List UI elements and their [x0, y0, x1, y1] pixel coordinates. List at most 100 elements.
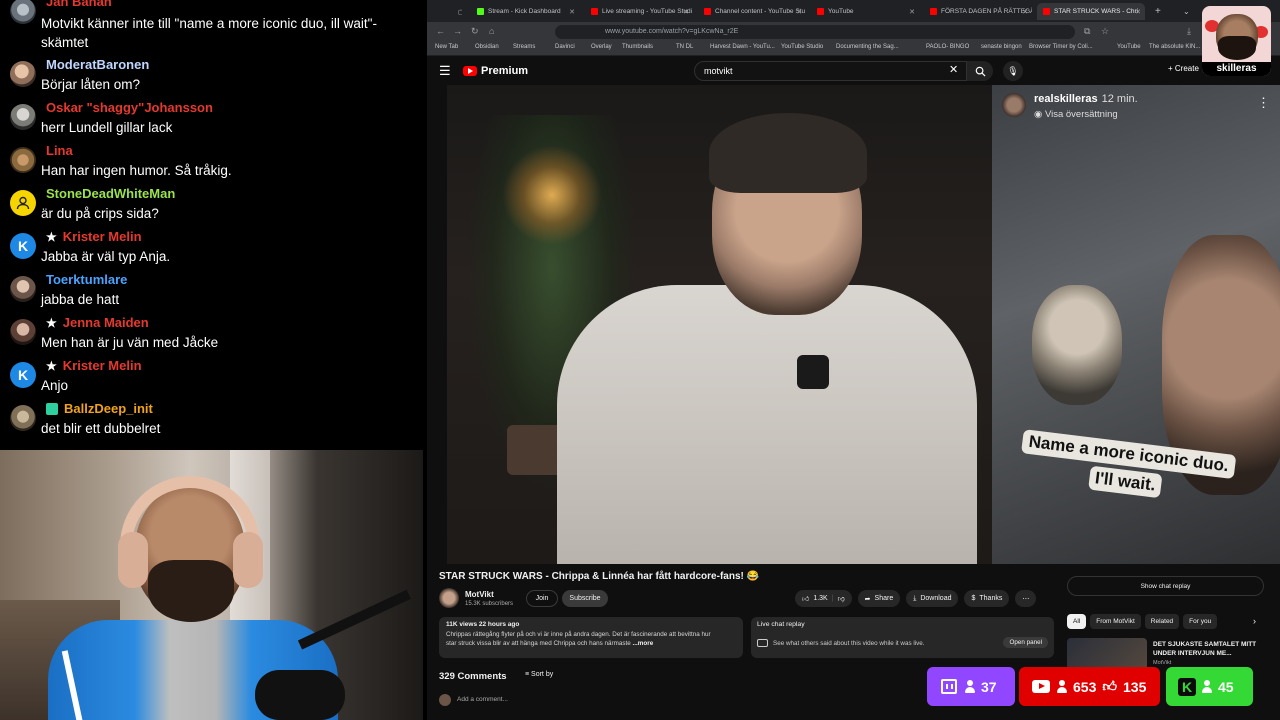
caption-line: I'll wait. [1087, 465, 1163, 499]
voice-search-icon[interactable]: 🎙 [1003, 61, 1023, 81]
bookmark-item[interactable]: New Tab [435, 44, 458, 50]
chat-username[interactable]: ★ Krister Melin [46, 358, 142, 373]
browser-tab[interactable]: Channel content - YouTube Stu ✕ [698, 3, 806, 20]
close-tab-icon[interactable]: ✕ [796, 8, 802, 16]
more-link[interactable]: ...more [633, 640, 654, 647]
add-comment-input[interactable]: Add a comment... [457, 696, 508, 703]
chat-username[interactable]: ★ Jenna Maiden [46, 315, 149, 330]
download-icon[interactable]: ⤓ [1187, 26, 1191, 37]
browser-tab[interactable]: STAR STRUCK WARS - Chri ✕ [1037, 3, 1145, 20]
more-options-icon[interactable]: ⋮ [1257, 95, 1270, 111]
favicon-icon [591, 8, 598, 15]
close-tab-icon[interactable]: ✕ [1022, 8, 1028, 16]
filter-chip[interactable]: For you [1183, 614, 1218, 629]
close-tab-icon[interactable]: ✕ [683, 8, 689, 16]
bookmark-item[interactable]: YouTube [1117, 44, 1141, 50]
download-icon: ⤓ [913, 594, 917, 602]
chat-text: Anjo [41, 378, 69, 393]
bookmark-item[interactable]: YouTube Studio [781, 44, 823, 50]
bookmark-item[interactable]: Overlay [591, 44, 612, 50]
tab-actions-icon[interactable]: ▢ [452, 3, 462, 20]
translate-link[interactable]: ◉ Visa översättning [1034, 109, 1138, 120]
favicon-icon [930, 8, 937, 15]
recommended-title[interactable]: DET SJUKASTE SAMTALET MITT UNDER INTERVJ… [1153, 640, 1263, 658]
bookmark-item[interactable]: TN DL [676, 44, 693, 50]
video-player[interactable]: realskilleras 12 min. ◉ Visa översättning… [447, 85, 1280, 564]
filter-chip[interactable]: Related [1144, 614, 1180, 629]
home-icon[interactable]: ⌂ [489, 26, 494, 36]
bookmark-item[interactable]: senaste bingon [981, 44, 1022, 50]
bookmark-item[interactable]: PAOLO- BINGO [926, 44, 969, 50]
channel-avatar[interactable] [439, 588, 459, 608]
search-button[interactable] [967, 61, 993, 81]
filter-chip[interactable]: All [1067, 614, 1087, 629]
hamburger-menu-icon[interactable]: ☰ [439, 63, 451, 79]
close-tab-icon[interactable]: ✕ [569, 8, 575, 16]
channel-name[interactable]: MotVikt [465, 590, 494, 599]
close-tab-icon[interactable]: ✕ [909, 8, 915, 16]
browser-tab[interactable]: Live streaming - YouTube Studi ✕ [585, 3, 693, 20]
chat-username[interactable]: ModeratBaronen [46, 57, 149, 72]
chat-username[interactable]: Lina [46, 143, 73, 158]
tab-search-icon[interactable]: ⌄ [1177, 3, 1191, 20]
bookmark-item[interactable]: Streams [513, 44, 535, 50]
chat-username[interactable]: StoneDeadWhiteMan [46, 186, 175, 201]
download-button[interactable]: ⤓ Download [906, 590, 959, 607]
host-hoodie [557, 285, 977, 564]
username-text: Krister Melin [62, 358, 142, 373]
address-bar-row: ← → ↻ ⌂ www.youtube.com/watch?v=gLKcwNa_… [427, 22, 1280, 42]
back-icon[interactable]: ← [436, 26, 445, 36]
youtube-logo[interactable]: Premium [463, 65, 528, 77]
browser-tab[interactable]: Stream - Kick Dashboard ✕ [471, 3, 579, 20]
extension-icon[interactable]: ⧉ [1084, 26, 1090, 37]
browser-tab[interactable]: FÖRSTA DAGEN PÅ RÄTTEGÅNI ✕ [924, 3, 1032, 20]
join-button[interactable]: Join [526, 590, 558, 607]
reload-icon[interactable]: ↻ [471, 26, 479, 37]
bookmark-item[interactable]: Harvest Dawn - YouTu... [710, 44, 775, 50]
sort-by-button[interactable]: ≡ Sort by [525, 671, 553, 678]
open-panel-button[interactable]: Open panel [1003, 637, 1048, 648]
bookmark-item[interactable]: Thumbnails [622, 44, 653, 50]
browser-tab[interactable]: YouTube ✕ [811, 3, 919, 20]
chevron-right-icon[interactable]: › [1253, 616, 1256, 626]
more-actions-button[interactable]: ⋯ [1015, 590, 1037, 607]
bookmark-item[interactable]: Davinci [555, 44, 575, 50]
bookmark-item[interactable]: Obsidian [475, 44, 499, 50]
avatar [10, 405, 36, 431]
username-text: Lina [46, 143, 73, 158]
url-input[interactable]: www.youtube.com/watch?v=gLKcwNa_r2E [555, 25, 1075, 39]
video-left-pane [447, 85, 992, 564]
bookmark-item[interactable]: The absolute KIN... [1149, 44, 1200, 50]
clear-search-icon[interactable]: ✕ [949, 63, 958, 76]
like-button[interactable]: 👍︎ 1.3K | 👎︎ [795, 590, 852, 607]
thanks-button[interactable]: $ Thanks [964, 590, 1010, 607]
share-button[interactable]: ➦ Share [857, 590, 901, 607]
filter-chip[interactable]: From MotVikt [1090, 614, 1141, 629]
chat-username[interactable]: BallzDeep_init [46, 401, 153, 416]
create-button[interactable]: + Create [1168, 64, 1199, 73]
username-text: Toerktumlare [46, 272, 128, 287]
close-tab-icon[interactable]: ✕ [1135, 8, 1141, 16]
chat-text: Börjar låten om? [41, 77, 141, 92]
chat-username[interactable]: Oskar "shaggy"Johansson [46, 100, 213, 115]
channel-logo-sticker: skilleras [1202, 6, 1271, 76]
bookmark-star-icon[interactable]: ☆ [1101, 26, 1109, 37]
bookmark-item[interactable]: Documenting the Sag... [836, 44, 899, 50]
forward-icon[interactable]: → [453, 26, 462, 36]
chat-text: är du på crips sida? [41, 206, 159, 221]
new-tab-button[interactable]: + [1149, 3, 1163, 20]
youtube-viewer-count: 653 [1073, 678, 1097, 695]
thumbs-down-icon[interactable]: 👎︎ [838, 594, 845, 603]
chat-username[interactable]: Toerktumlare [46, 272, 127, 287]
chat-username[interactable]: ★ Krister Melin [46, 229, 142, 244]
viewer-icon [1202, 680, 1212, 693]
bookmark-item[interactable]: Browser Timer by Coli... [1029, 44, 1093, 50]
lamp-glow [502, 145, 602, 245]
subscribe-button[interactable]: Subscribe [562, 590, 608, 607]
search-input[interactable]: motvikt [694, 61, 967, 81]
channel-info[interactable]: MotVikt 15.3K subscribers [439, 588, 513, 608]
show-chat-replay-button[interactable]: Show chat replay [1067, 576, 1264, 596]
star-badge-icon: ★ [46, 229, 57, 244]
tab-bar: ▢ Stream - Kick Dashboard ✕ Live streaming… [427, 0, 1280, 22]
description-box[interactable]: 11K views 22 hours ago Chrippas rättegån… [439, 617, 743, 658]
